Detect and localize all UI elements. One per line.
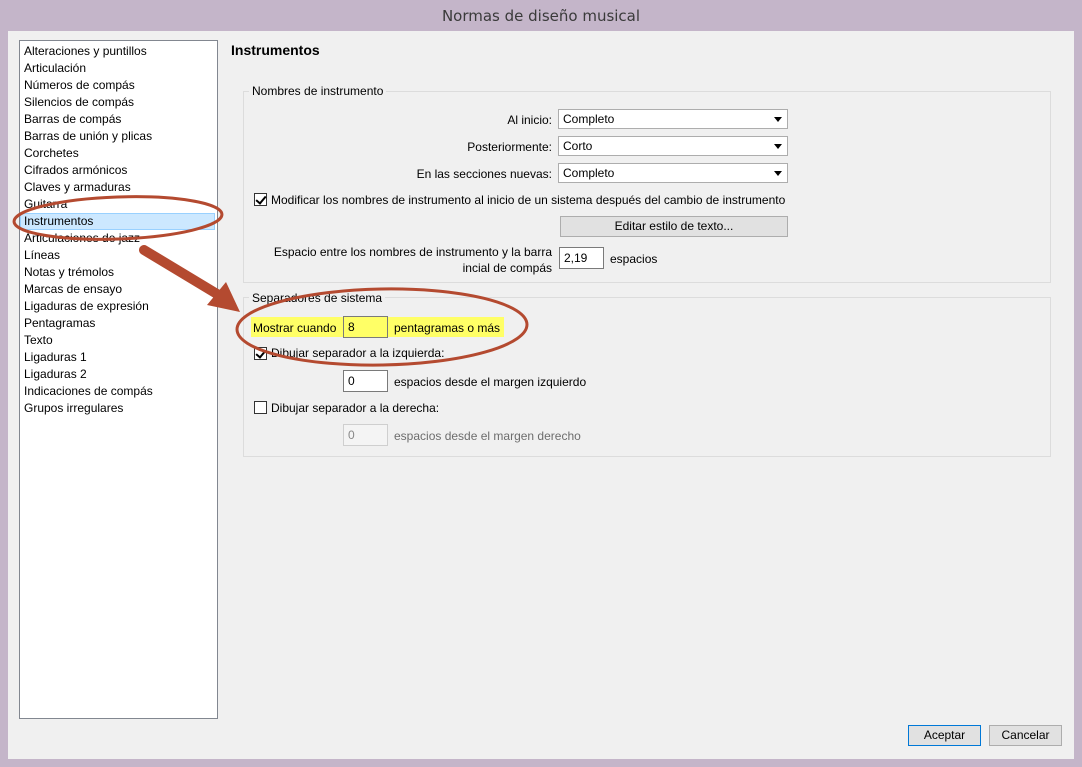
left-separator-checkbox-label[interactable]: Dibujar separador a la izquierda: bbox=[271, 346, 444, 360]
category-item[interactable]: Barras de compás bbox=[20, 111, 213, 128]
category-item[interactable]: Líneas bbox=[20, 247, 213, 264]
category-item[interactable]: Grupos irregulares bbox=[20, 400, 213, 417]
category-item[interactable]: Alteraciones y puntillos bbox=[20, 43, 213, 60]
gap-unit: espacios bbox=[610, 252, 658, 266]
cancel-button[interactable]: Cancelar bbox=[989, 725, 1062, 746]
chevron-down-icon bbox=[774, 144, 782, 149]
chevron-down-icon bbox=[774, 117, 782, 122]
change-names-checkbox[interactable] bbox=[254, 193, 267, 206]
category-item[interactable]: Instrumentos bbox=[20, 213, 215, 230]
gap-label-line1: Espacio entre los nombres de instrumento… bbox=[273, 245, 552, 259]
dialog-body: Alteraciones y puntillos Articulación Núme… bbox=[8, 31, 1074, 759]
at-start-label: Al inicio: bbox=[507, 113, 552, 127]
category-item[interactable]: Cifrados armónicos bbox=[20, 162, 213, 179]
category-item[interactable]: Articulaciones de jazz bbox=[20, 230, 213, 247]
category-item[interactable]: Ligaduras de expresión bbox=[20, 298, 213, 315]
subsequent-value: Corto bbox=[563, 139, 593, 153]
right-margin-suffix: espacios desde el margen derecho bbox=[394, 429, 581, 443]
new-sections-value: Completo bbox=[563, 166, 615, 180]
instrument-names-group-label: Nombres de instrumento bbox=[249, 84, 387, 98]
category-item[interactable]: Barras de unión y plicas bbox=[20, 128, 213, 145]
right-separator-checkbox[interactable] bbox=[254, 401, 267, 414]
window-title: Normas de diseño musical bbox=[441, 7, 641, 25]
gap-input[interactable]: 2,19 bbox=[559, 247, 604, 269]
category-item[interactable]: Texto bbox=[20, 332, 213, 349]
category-item[interactable]: Ligaduras 1 bbox=[20, 349, 213, 366]
show-when-suffix: pentagramas o más bbox=[394, 321, 501, 335]
subsequent-combo[interactable]: Corto bbox=[558, 136, 788, 156]
category-list[interactable]: Alteraciones y puntillos Articulación Núme… bbox=[19, 40, 218, 719]
right-separator-checkbox-label[interactable]: Dibujar separador a la derecha: bbox=[271, 401, 439, 415]
window-border-bottom bbox=[0, 759, 1082, 767]
subsequent-label: Posteriormente: bbox=[467, 140, 552, 154]
category-item[interactable]: Silencios de compás bbox=[20, 94, 213, 111]
category-item[interactable]: Notas y trémolos bbox=[20, 264, 213, 281]
right-margin-input: 0 bbox=[343, 424, 388, 446]
title-bar: Normas de diseño musical bbox=[0, 0, 1082, 31]
new-sections-label: En las secciones nuevas: bbox=[416, 167, 552, 181]
at-start-value: Completo bbox=[563, 112, 615, 126]
category-item[interactable]: Pentagramas bbox=[20, 315, 213, 332]
left-margin-input[interactable]: 0 bbox=[343, 370, 388, 392]
show-when-input[interactable]: 8 bbox=[343, 316, 388, 338]
left-separator-checkbox[interactable] bbox=[254, 347, 267, 360]
category-item[interactable]: Articulación bbox=[20, 60, 213, 77]
category-item[interactable]: Marcas de ensayo bbox=[20, 281, 213, 298]
category-item[interactable]: Corchetes bbox=[20, 145, 213, 162]
left-margin-suffix: espacios desde el margen izquierdo bbox=[394, 375, 587, 389]
category-item[interactable]: Indicaciones de compás bbox=[20, 383, 213, 400]
ok-button[interactable]: Aceptar bbox=[908, 725, 981, 746]
category-item[interactable]: Claves y armaduras bbox=[20, 179, 213, 196]
edit-text-style-button[interactable]: Editar estilo de texto... bbox=[560, 216, 788, 237]
gap-label-line2: incial de compás bbox=[462, 261, 552, 275]
show-when-label: Mostrar cuando bbox=[253, 321, 337, 335]
new-sections-combo[interactable]: Completo bbox=[558, 163, 788, 183]
at-start-combo[interactable]: Completo bbox=[558, 109, 788, 129]
page-title: Instrumentos bbox=[231, 42, 320, 58]
chevron-down-icon bbox=[774, 171, 782, 176]
category-item[interactable]: Números de compás bbox=[20, 77, 213, 94]
category-item[interactable]: Guitarra bbox=[20, 196, 213, 213]
change-names-checkbox-label[interactable]: Modificar los nombres de instrumento al … bbox=[271, 193, 785, 207]
system-separators-group-label: Separadores de sistema bbox=[249, 291, 386, 305]
category-item[interactable]: Ligaduras 2 bbox=[20, 366, 213, 383]
